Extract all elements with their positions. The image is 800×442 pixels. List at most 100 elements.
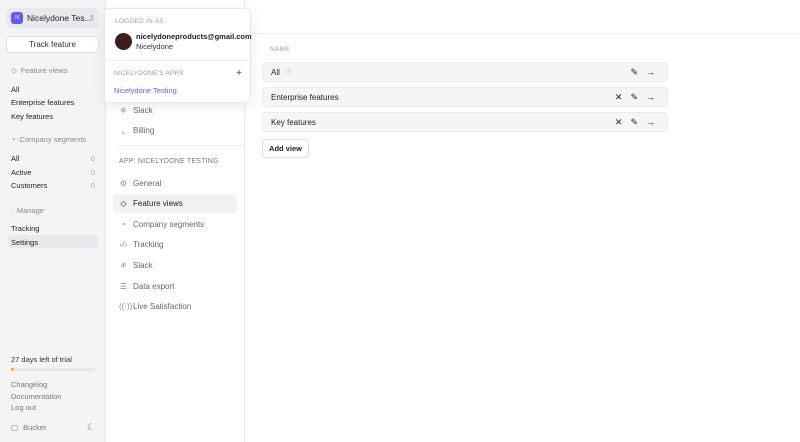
close-icon[interactable]: ✕ [615, 92, 623, 103]
sidebar-item-all-views[interactable]: All [11, 85, 95, 94]
divider [118, 145, 244, 146]
item-label: Feature views [133, 199, 183, 208]
settings-item-feature-views[interactable]: ◇ Feature views [113, 194, 237, 213]
user-name: Nicelydone [136, 42, 174, 51]
settings-item-live-satisfaction[interactable]: ((·)) Live Satisfaction [113, 297, 237, 316]
header-divider [245, 33, 800, 34]
item-label: Billing [133, 126, 155, 135]
item-count: 0 [90, 154, 95, 163]
item-label: All [11, 85, 20, 94]
sliders-icon: ⫶ [11, 205, 13, 214]
track-feature-button[interactable]: Track feature [6, 36, 99, 53]
section-title: Manage [16, 205, 44, 215]
app-selector[interactable]: N Nicelydone Tes... ⇕ [6, 8, 99, 28]
settings-item-data-export[interactable]: ☰ Data export [113, 277, 237, 296]
chart-icon: ⌞ [121, 126, 126, 135]
view-name: Enterprise features [271, 92, 339, 102]
feature-views-section: ◇ Feature views [11, 66, 67, 75]
settings-item-slack-org[interactable]: ⁜ Slack [113, 101, 237, 120]
app-name: Nicelydone Tes... [27, 13, 92, 23]
view-name: Key features [271, 117, 316, 127]
pie-icon: ◔ [11, 135, 16, 144]
item-count: 0 [90, 168, 95, 177]
slack-icon: ⁜ [120, 106, 127, 115]
code-icon: ‹/› [119, 240, 128, 249]
bucket-brand[interactable]: ▢ Bucket [11, 423, 46, 432]
view-row-key-features[interactable]: Key features ✕ ✎ → [262, 112, 668, 132]
item-label: Enterprise features [11, 98, 75, 107]
chevron-updown-icon: ⇕ [89, 15, 95, 22]
item-label: Slack [133, 261, 153, 270]
app-link-nicelydone-testing[interactable]: Nicelydone Testing [114, 86, 177, 95]
column-header-name: NAME [270, 46, 290, 53]
database-icon: ☰ [119, 282, 128, 291]
sidebar-item-settings[interactable]: Settings [11, 238, 95, 247]
pencil-icon[interactable]: ✎ [630, 67, 638, 78]
pencil-icon[interactable]: ✎ [630, 117, 638, 128]
item-label: Settings [11, 238, 39, 247]
item-label: Company segments [133, 220, 205, 229]
slack-icon: ⁜ [120, 261, 127, 270]
broadcast-icon: ((·)) [119, 302, 133, 311]
app-logo: N [11, 12, 23, 24]
add-view-button[interactable]: Add view [262, 139, 309, 158]
logout-link[interactable]: Log out [11, 403, 36, 412]
user-email: nicelydoneproducts@gmail.com [136, 32, 252, 41]
view-row-enterprise-features[interactable]: Enterprise features ✕ ✎ → [262, 87, 668, 107]
section-title: Company segments [19, 135, 87, 144]
section-heading: APP: NICELYDONE TESTING [119, 158, 219, 165]
trial-progress-fill [11, 368, 15, 371]
item-label: Key features [11, 112, 54, 121]
item-label: Tracking [11, 224, 40, 233]
close-icon[interactable]: ✕ [615, 117, 623, 128]
brand-name: Bucket [23, 423, 47, 432]
arrow-right-icon[interactable]: → [646, 67, 655, 78]
account-popup: LOGGED IN AS nicelydoneproducts@gmail.co… [104, 8, 252, 103]
trial-progress-bar [11, 368, 95, 371]
item-label: Slack [133, 106, 153, 115]
item-label: General [133, 179, 162, 188]
settings-item-slack[interactable]: ⁜ Slack [113, 256, 237, 275]
section-title: Feature views [20, 66, 68, 75]
documentation-link[interactable]: Documentation [11, 392, 61, 401]
company-segments-section: ◔ Company segments [11, 135, 86, 144]
item-label: Data export [133, 282, 175, 291]
sidebar-item-segment-active[interactable]: Active 0 [11, 168, 95, 177]
pencil-icon[interactable]: ✎ [630, 92, 638, 103]
eye-icon: ◇ [11, 66, 17, 75]
apps-label: NICELYDONE'S APPS [114, 70, 184, 77]
pie-icon: ◔ [121, 220, 126, 229]
view-row-all[interactable]: All ⓘ ✎ → [262, 62, 668, 82]
sidebar-item-enterprise-features[interactable]: Enterprise features [11, 98, 95, 107]
manage-section: ⫶ Manage [11, 205, 44, 215]
sidebar-item-key-features[interactable]: Key features [11, 112, 95, 121]
settings-item-company-segments[interactable]: ◔ Company segments [113, 215, 237, 234]
eye-icon: ◇ [120, 199, 127, 208]
moon-icon[interactable]: ☾ [87, 422, 95, 433]
changelog-link[interactable]: Changelog [11, 380, 47, 389]
add-app-icon[interactable]: + [236, 68, 242, 79]
item-label: All [11, 154, 20, 163]
avatar [115, 33, 132, 50]
item-label: Live Satisfaction [133, 302, 192, 311]
settings-item-tracking[interactable]: ‹/› Tracking [113, 235, 237, 254]
arrow-right-icon[interactable]: → [646, 117, 655, 128]
sidebar-item-segment-customers[interactable]: Customers 0 [11, 181, 95, 190]
gear-icon: ⚙ [119, 179, 128, 188]
arrow-right-icon[interactable]: → [646, 92, 655, 103]
sidebar-item-tracking[interactable]: Tracking [11, 224, 95, 233]
divider [105, 60, 250, 61]
info-icon[interactable]: ⓘ [285, 67, 292, 77]
logged-in-label: LOGGED IN AS [115, 18, 164, 25]
sidebar: N Nicelydone Tes... ⇕ Track feature ◇ Fea… [0, 0, 106, 442]
sidebar-item-segment-all[interactable]: All 0 [11, 154, 95, 163]
item-label: Customers [11, 181, 48, 190]
trial-text: 27 days left of trial [11, 355, 72, 364]
settings-item-general[interactable]: ⚙ General [113, 174, 237, 193]
item-label: Active [11, 168, 32, 177]
view-name: All [271, 67, 280, 77]
item-count: 0 [90, 181, 95, 190]
bucket-logo-icon: ▢ [11, 423, 19, 432]
item-label: Tracking [133, 240, 164, 249]
settings-item-billing[interactable]: ⌞ Billing [113, 121, 237, 140]
